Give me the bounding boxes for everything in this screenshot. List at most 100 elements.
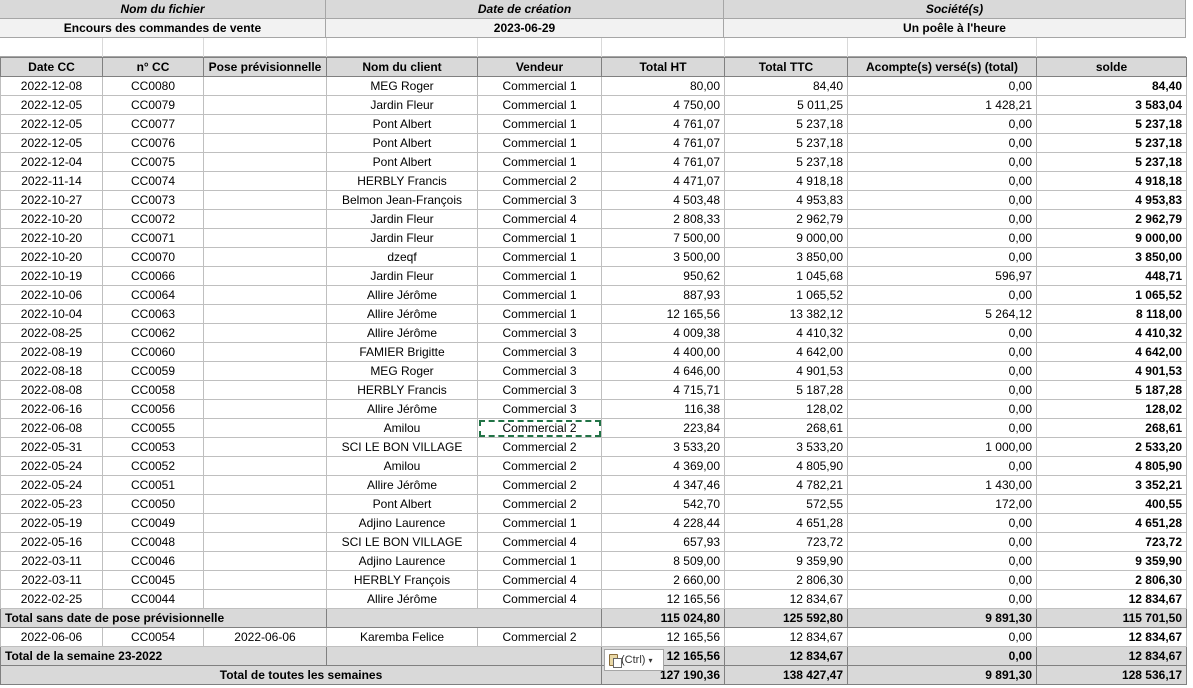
table-cell[interactable]: 5 237,18 — [724, 152, 848, 172]
table-cell[interactable]: Commercial 2 — [477, 437, 602, 457]
table-cell[interactable]: 2022-05-24 — [0, 475, 103, 495]
table-cell[interactable]: CC0046 — [102, 551, 204, 571]
table-cell[interactable]: CC0044 — [102, 589, 204, 609]
table-cell[interactable]: CC0074 — [102, 171, 204, 191]
table-cell[interactable]: 268,61 — [1036, 418, 1187, 438]
table-cell[interactable] — [203, 228, 327, 248]
table-cell[interactable]: 0,00 — [847, 513, 1037, 533]
table-cell[interactable]: Commercial 2 — [477, 456, 602, 476]
table-cell[interactable]: 1 065,52 — [724, 285, 848, 305]
table-cell[interactable]: Karemba Felice — [326, 627, 478, 647]
total-acompte[interactable]: 0,00 — [847, 646, 1037, 666]
table-cell[interactable]: 5 187,28 — [724, 380, 848, 400]
table-cell[interactable]: Commercial 3 — [477, 399, 602, 419]
table-cell[interactable]: 4 901,53 — [724, 361, 848, 381]
table-cell[interactable]: 4 642,00 — [724, 342, 848, 362]
table-cell[interactable]: 128,02 — [1036, 399, 1187, 419]
table-cell[interactable]: Pont Albert — [326, 494, 478, 514]
table-cell[interactable] — [203, 266, 327, 286]
table-cell[interactable]: 2022-06-06 — [203, 627, 327, 647]
table-cell[interactable]: 9 000,00 — [1036, 228, 1187, 248]
table-cell[interactable]: Commercial 1 — [477, 551, 602, 571]
table-cell[interactable]: SCI LE BON VILLAGE — [326, 532, 478, 552]
table-cell[interactable]: 4 715,71 — [601, 380, 725, 400]
table-cell[interactable]: 0,00 — [847, 627, 1037, 647]
table-cell[interactable]: HERBLY Francis — [326, 380, 478, 400]
table-cell[interactable]: 2022-12-05 — [0, 133, 103, 153]
table-cell[interactable]: Allire Jérôme — [326, 399, 478, 419]
table-cell[interactable] — [203, 494, 327, 514]
table-cell[interactable]: Commercial 1 — [477, 114, 602, 134]
table-cell[interactable]: 2022-10-20 — [0, 228, 103, 248]
table-cell[interactable]: 9 359,90 — [724, 551, 848, 571]
table-cell[interactable]: 13 382,12 — [724, 304, 848, 324]
table-cell[interactable]: 2022-10-06 — [0, 285, 103, 305]
table-cell[interactable]: 2022-06-08 — [0, 418, 103, 438]
table-cell[interactable]: 128,02 — [724, 399, 848, 419]
table-cell[interactable]: CC0060 — [102, 342, 204, 362]
total-solde[interactable]: 128 536,17 — [1036, 665, 1187, 685]
table-cell[interactable] — [203, 570, 327, 590]
table-cell[interactable]: 542,70 — [601, 494, 725, 514]
table-cell[interactable]: 5 264,12 — [847, 304, 1037, 324]
table-cell[interactable]: FAMIER Brigitte — [326, 342, 478, 362]
table-cell[interactable]: 3 850,00 — [724, 247, 848, 267]
total-acompte[interactable]: 9 891,30 — [847, 608, 1037, 628]
table-cell[interactable]: 4 761,07 — [601, 133, 725, 153]
table-cell[interactable]: dzeqf — [326, 247, 478, 267]
table-cell[interactable]: 2022-05-31 — [0, 437, 103, 457]
table-cell[interactable]: 0,00 — [847, 589, 1037, 609]
table-cell[interactable] — [203, 152, 327, 172]
table-cell[interactable]: 9 359,90 — [1036, 551, 1187, 571]
table-cell[interactable]: Pont Albert — [326, 114, 478, 134]
table-cell[interactable]: 5 237,18 — [724, 114, 848, 134]
total-label[interactable]: Total de toutes les semaines — [0, 665, 602, 685]
table-cell[interactable]: 4 918,18 — [1036, 171, 1187, 191]
table-cell[interactable]: CC0064 — [102, 285, 204, 305]
table-cell[interactable] — [203, 171, 327, 191]
table-cell[interactable]: 268,61 — [724, 418, 848, 438]
table-cell[interactable]: 2 808,33 — [601, 209, 725, 229]
table-cell[interactable]: 2022-08-18 — [0, 361, 103, 381]
empty-cell[interactable] — [326, 646, 602, 666]
table-cell[interactable]: CC0062 — [102, 323, 204, 343]
table-cell[interactable]: Commercial 1 — [477, 304, 602, 324]
table-cell[interactable]: 2022-05-16 — [0, 532, 103, 552]
table-cell[interactable]: 2022-10-04 — [0, 304, 103, 324]
table-cell[interactable]: Commercial 1 — [477, 228, 602, 248]
table-cell[interactable]: 12 834,67 — [1036, 627, 1187, 647]
table-cell[interactable]: HERBLY Francis — [326, 171, 478, 191]
table-cell[interactable] — [203, 209, 327, 229]
table-cell[interactable]: 723,72 — [1036, 532, 1187, 552]
table-cell[interactable]: 4 642,00 — [1036, 342, 1187, 362]
table-cell[interactable]: 84,40 — [724, 76, 848, 96]
table-cell[interactable]: 2 806,30 — [724, 570, 848, 590]
total-solde[interactable]: 115 701,50 — [1036, 608, 1187, 628]
table-cell[interactable]: CC0071 — [102, 228, 204, 248]
table-cell[interactable]: 8 118,00 — [1036, 304, 1187, 324]
table-cell[interactable]: 2022-05-24 — [0, 456, 103, 476]
table-cell[interactable]: 2 962,79 — [724, 209, 848, 229]
table-cell[interactable]: 5 237,18 — [1036, 152, 1187, 172]
table-cell[interactable]: CC0058 — [102, 380, 204, 400]
table-cell[interactable]: 0,00 — [847, 551, 1037, 571]
table-cell[interactable]: 0,00 — [847, 570, 1037, 590]
table-cell[interactable]: Adjino Laurence — [326, 551, 478, 571]
file-value[interactable]: Encours des commandes de vente — [0, 19, 326, 38]
table-cell[interactable] — [203, 589, 327, 609]
table-cell[interactable]: Allire Jérôme — [326, 589, 478, 609]
column-header[interactable]: n° CC — [102, 57, 204, 77]
table-cell[interactable]: Commercial 1 — [477, 133, 602, 153]
table-cell[interactable]: 0,00 — [847, 380, 1037, 400]
table-cell[interactable]: 116,38 — [601, 399, 725, 419]
table-cell[interactable]: Allire Jérôme — [326, 323, 478, 343]
table-cell[interactable]: 2022-11-14 — [0, 171, 103, 191]
table-cell[interactable]: 4 651,28 — [724, 513, 848, 533]
table-cell[interactable]: 4 901,53 — [1036, 361, 1187, 381]
table-cell[interactable]: Commercial 2 — [477, 171, 602, 191]
total-ttc[interactable]: 125 592,80 — [724, 608, 848, 628]
table-cell[interactable]: 12 834,67 — [724, 589, 848, 609]
table-cell[interactable]: 950,62 — [601, 266, 725, 286]
table-cell[interactable]: CC0052 — [102, 456, 204, 476]
table-cell[interactable] — [203, 285, 327, 305]
